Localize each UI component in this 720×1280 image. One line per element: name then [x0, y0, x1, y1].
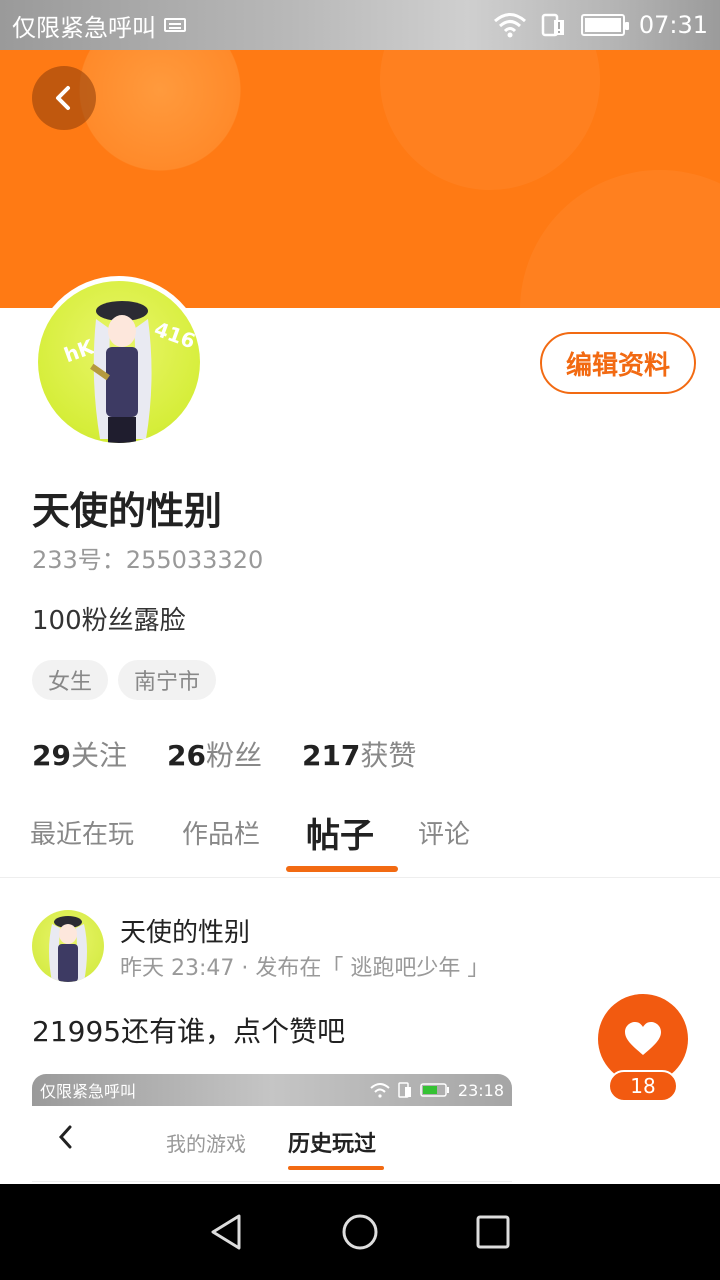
- back-button[interactable]: [32, 66, 96, 130]
- anime-character-image: [49, 916, 87, 982]
- wifi-icon: [493, 13, 526, 38]
- keyboard-icon: [164, 18, 186, 32]
- stat-following[interactable]: 29关注: [32, 734, 127, 774]
- tab-posts[interactable]: 帖子: [306, 808, 374, 857]
- tab-comments[interactable]: 评论: [418, 814, 470, 851]
- system-nav-bar: [0, 1184, 720, 1280]
- stat-followers-label: 粉丝: [205, 739, 262, 772]
- embed-tab-my-games: 我的游戏: [166, 1132, 246, 1156]
- sim-alert-icon: [541, 13, 564, 37]
- embed-clock-text: 23:18: [457, 1080, 504, 1100]
- stat-following-count: 29: [32, 739, 71, 772]
- embed-sim-icon: [398, 1082, 411, 1098]
- stat-followers-count: 26: [166, 739, 206, 772]
- profile-name: 天使的性别: [32, 489, 223, 533]
- active-tab-indicator: [286, 866, 398, 872]
- carrier-text: 仅限紧急呼叫: [12, 13, 156, 42]
- clock-text: 07:31: [638, 11, 708, 39]
- like-count-badge: 18: [608, 1070, 678, 1102]
- post-text[interactable]: 21995还有谁，点个赞吧: [32, 1010, 345, 1050]
- tab-works[interactable]: 作品栏: [182, 814, 260, 851]
- nav-home-icon[interactable]: [340, 1212, 380, 1252]
- embed-tab-indicator: [288, 1166, 384, 1170]
- post-image[interactable]: 仅限紧急呼叫 23:18 我的游戏 历史玩过: [32, 1074, 512, 1182]
- stat-followers[interactable]: 26粉丝: [167, 734, 262, 774]
- profile-tags: 女生 南宁市: [32, 660, 217, 700]
- embed-chevron-left-icon: [58, 1125, 72, 1149]
- profile-uid: 233号：255033320: [32, 546, 264, 574]
- embed-carrier-text: 仅限紧急呼叫: [40, 1082, 137, 1101]
- stat-likes-label: 获赞: [360, 739, 417, 772]
- post-author-avatar[interactable]: [32, 910, 104, 982]
- profile-banner: [0, 50, 720, 308]
- anime-character-image: [90, 301, 152, 443]
- embed-tab-history: 历史玩过: [288, 1132, 377, 1157]
- status-bar: 仅限紧急呼叫 07:31: [0, 0, 720, 50]
- tab-recent-play[interactable]: 最近在玩: [30, 814, 134, 851]
- nav-back-icon[interactable]: [207, 1212, 247, 1252]
- embed-wifi-icon: [370, 1083, 390, 1098]
- profile-avatar[interactable]: hK 416: [33, 276, 205, 448]
- tag-gender: 女生: [32, 660, 109, 700]
- embed-battery-icon: [420, 1083, 449, 1097]
- profile-stats: 29关注 26粉丝 217获赞: [32, 734, 416, 774]
- tag-city: 南宁市: [118, 660, 217, 700]
- nav-recents-icon[interactable]: [473, 1212, 513, 1252]
- stat-likes-count: 217: [301, 739, 361, 772]
- stat-likes: 217获赞: [302, 734, 416, 774]
- battery-icon: [580, 14, 629, 36]
- profile-bio: 100粉丝露脸: [32, 606, 186, 636]
- heart-icon: [625, 1022, 661, 1055]
- avatar-text-right: 416: [151, 316, 199, 354]
- stat-following-label: 关注: [70, 739, 127, 772]
- post-author-name[interactable]: 天使的性别: [120, 912, 250, 949]
- post-meta: 昨天 23:47 · 发布在「 逃跑吧少年 」: [120, 956, 490, 981]
- edit-profile-button[interactable]: 编辑资料: [540, 332, 696, 394]
- chevron-left-icon: [56, 86, 70, 110]
